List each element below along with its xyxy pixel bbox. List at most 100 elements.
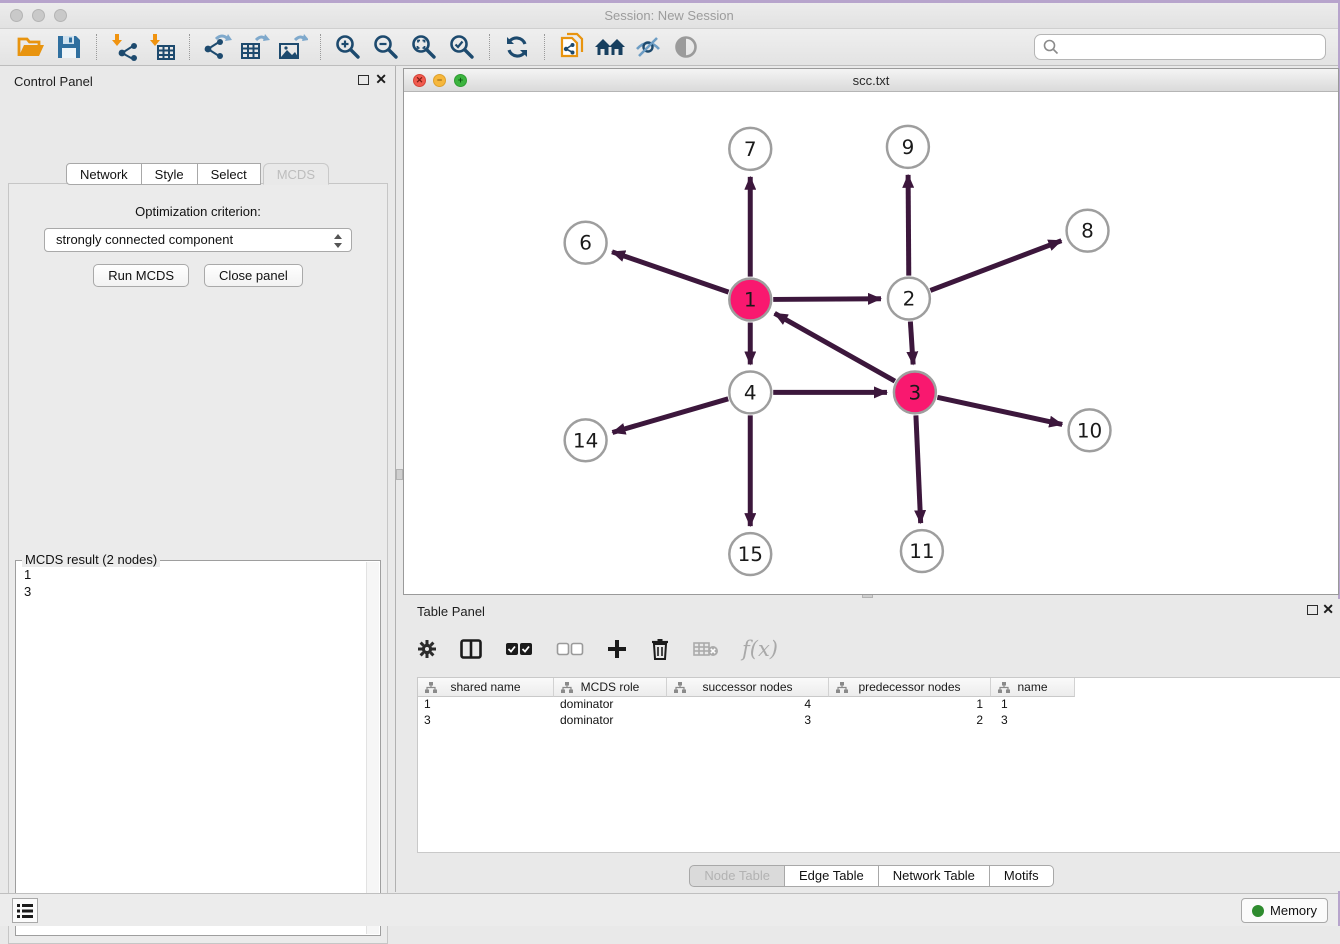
mcds-panel: Optimization criterion: strongly connect… [8, 183, 388, 944]
zoom-in-icon[interactable] [329, 32, 367, 62]
column-header-name[interactable]: name [991, 678, 1075, 697]
memory-button[interactable]: Memory [1241, 898, 1328, 923]
column-header-shared-name[interactable]: shared name [418, 678, 554, 697]
node-4[interactable]: 4 [729, 371, 771, 413]
edge-2-9[interactable] [908, 175, 909, 276]
node-7[interactable]: 7 [729, 128, 771, 170]
table-cell[interactable]: 1 [991, 697, 1075, 713]
node-8[interactable]: 8 [1067, 210, 1109, 252]
zoom-selected-icon[interactable] [443, 32, 481, 62]
optimization-criterion-select[interactable]: strongly connected component [44, 228, 352, 252]
table-cell[interactable]: dominator [554, 697, 667, 713]
split-view-icon[interactable] [460, 639, 482, 659]
function-builder-icon[interactable]: f(x) [742, 637, 778, 661]
result-node-id: 3 [24, 583, 372, 600]
column-header-MCDS-role[interactable]: MCDS role [554, 678, 667, 697]
table-cell[interactable]: 2 [829, 713, 991, 729]
network-canvas[interactable]: 1 2 3 4 6 7 8 9 10 11 14 15 [404, 92, 1338, 594]
vertical-splitter-handle[interactable] [396, 469, 403, 480]
node-6[interactable]: 6 [565, 222, 607, 264]
hierarchy-icon [561, 682, 573, 693]
edge-2-8[interactable] [930, 241, 1061, 291]
edge-1-2[interactable] [773, 299, 881, 300]
table-cell[interactable]: 3 [991, 713, 1075, 729]
table-body: 1dominator4113dominator323 [418, 697, 1340, 729]
table-cell[interactable]: 3 [667, 713, 829, 729]
edge-2-3[interactable] [910, 321, 913, 364]
export-table-icon[interactable] [236, 32, 274, 62]
select-all-icon[interactable] [505, 642, 533, 656]
table-row[interactable]: 1dominator411 [418, 697, 1340, 713]
graphics-details-icon[interactable] [629, 32, 667, 62]
result-scrollbar[interactable] [366, 562, 379, 934]
table-row[interactable]: 3dominator323 [418, 713, 1340, 729]
node-11[interactable]: 11 [901, 530, 943, 572]
export-network-icon[interactable] [198, 32, 236, 62]
status-bar: Memory [0, 893, 1338, 926]
zoom-out-icon[interactable] [367, 32, 405, 62]
search-input[interactable] [1060, 36, 1325, 58]
refresh-layout-icon[interactable] [498, 32, 536, 62]
duplicate-network-icon[interactable] [553, 32, 591, 62]
optimization-criterion-value: strongly connected component [56, 232, 233, 247]
search-field[interactable] [1034, 34, 1326, 60]
export-image-icon[interactable] [274, 32, 312, 62]
node-9[interactable]: 9 [887, 126, 929, 168]
optimization-criterion-label: Optimization criterion: [9, 204, 387, 219]
home-icon[interactable] [591, 32, 629, 62]
save-session-icon[interactable] [50, 32, 88, 62]
column-header-predecessor-nodes[interactable]: predecessor nodes [829, 678, 991, 697]
edge-1-6[interactable] [612, 252, 729, 292]
float-table-panel-icon[interactable] [1307, 605, 1318, 615]
node-14[interactable]: 14 [565, 419, 607, 461]
node-10[interactable]: 10 [1069, 409, 1111, 451]
task-history-button[interactable] [12, 898, 38, 923]
import-table-icon[interactable] [143, 32, 181, 62]
table-cell[interactable]: 1 [829, 697, 991, 713]
tab-node-table[interactable]: Node Table [689, 865, 785, 887]
delete-column-icon[interactable] [650, 638, 670, 660]
add-column-icon[interactable] [607, 639, 627, 659]
edge-3-10[interactable] [937, 397, 1062, 424]
svg-text:4: 4 [744, 380, 757, 404]
toolbar-separator [96, 34, 97, 60]
tab-network[interactable]: Network [66, 163, 142, 185]
deselect-all-icon[interactable] [556, 642, 584, 656]
tab-edge-table[interactable]: Edge Table [785, 865, 879, 887]
table-cell[interactable]: dominator [554, 713, 667, 729]
edge-3-1[interactable] [775, 313, 895, 381]
app-window: Session: New Session [0, 0, 1340, 926]
node-2[interactable]: 2 [888, 278, 930, 320]
run-mcds-button[interactable]: Run MCDS [93, 264, 189, 287]
import-network-icon[interactable] [105, 32, 143, 62]
tab-style[interactable]: Style [142, 163, 198, 185]
tab-motifs[interactable]: Motifs [990, 865, 1054, 887]
node-3[interactable]: 3 [894, 371, 936, 413]
network-graph[interactable]: 1 2 3 4 6 7 8 9 10 11 14 15 [404, 92, 1338, 594]
close-panel-icon[interactable]: ✕ [375, 71, 387, 88]
node-15[interactable]: 15 [729, 533, 771, 575]
float-panel-icon[interactable] [358, 75, 369, 85]
edge-4-14[interactable] [612, 399, 728, 433]
zoom-fit-icon[interactable] [405, 32, 443, 62]
node-table: shared nameMCDS rolesuccessor nodesprede… [417, 677, 1340, 853]
open-session-icon[interactable] [12, 32, 50, 62]
table-cell[interactable]: 3 [418, 713, 554, 729]
close-table-panel-icon[interactable]: ✕ [1322, 601, 1334, 618]
toolbar-separator [544, 34, 545, 60]
close-panel-button[interactable]: Close panel [204, 264, 303, 287]
table-cell[interactable]: 1 [418, 697, 554, 713]
edge-3-11[interactable] [916, 415, 921, 523]
tab-mcds[interactable]: MCDS [263, 163, 329, 185]
gear-icon[interactable] [417, 639, 437, 659]
column-header-successor-nodes[interactable]: successor nodes [667, 678, 829, 697]
table-toolbar: f(x) [417, 629, 778, 669]
tab-select[interactable]: Select [198, 163, 261, 185]
delete-table-icon[interactable] [693, 640, 719, 658]
birdseye-view-icon[interactable] [667, 32, 705, 62]
table-cell[interactable]: 4 [667, 697, 829, 713]
tab-network-table[interactable]: Network Table [879, 865, 990, 887]
svg-text:6: 6 [579, 231, 592, 255]
node-1[interactable]: 1 [729, 279, 771, 321]
svg-text:15: 15 [738, 542, 763, 566]
